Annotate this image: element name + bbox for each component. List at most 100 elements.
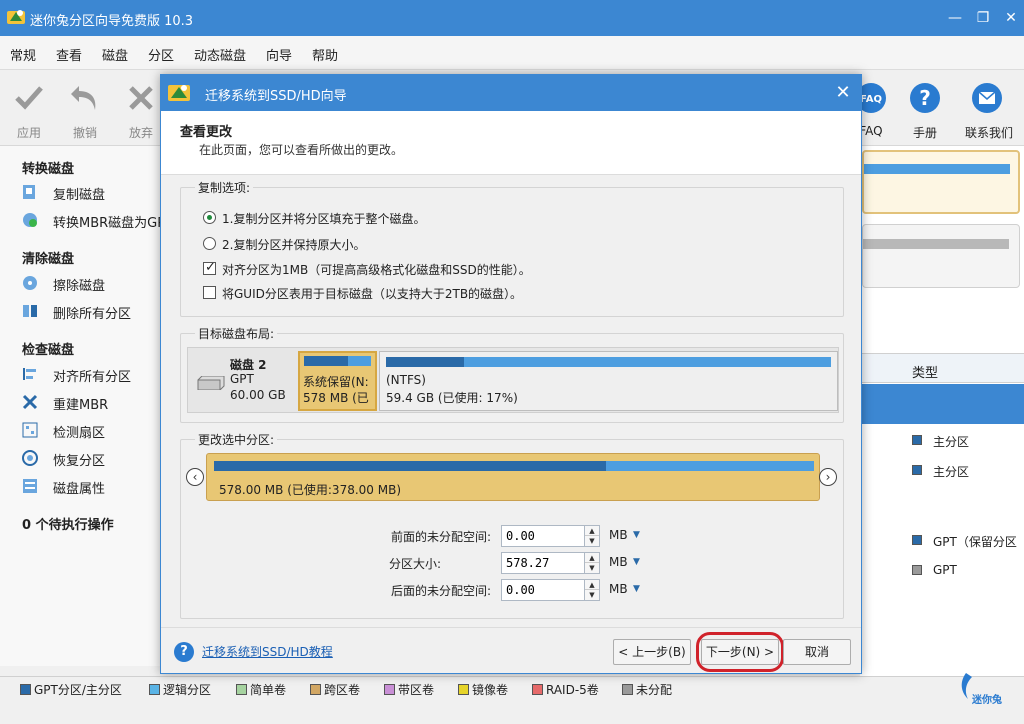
- undo-label: 撤销: [72, 126, 97, 140]
- sidebar-item-label: 恢复分区: [53, 454, 106, 469]
- minimize-button[interactable]: —: [944, 8, 966, 28]
- discard-button[interactable]: 放弃: [116, 80, 166, 142]
- sidebar-item-label: 转换MBR磁盘为GPT: [53, 216, 174, 231]
- partition-type: GPT（保留分区: [933, 535, 1017, 549]
- unit-label: MB: [609, 555, 628, 569]
- partition-size-spinner[interactable]: ▲ ▼: [584, 552, 600, 574]
- unit-label: MB: [609, 528, 628, 542]
- unallocated-before-spinner[interactable]: ▲ ▼: [584, 525, 600, 547]
- selected-partition-block[interactable]: 578.00 MB (已使用:378.00 MB): [206, 453, 820, 501]
- legend-swatch: [236, 684, 247, 695]
- unit-label: MB: [609, 582, 628, 596]
- menu-help[interactable]: 帮助: [312, 45, 338, 64]
- menu-partition[interactable]: 分区: [148, 45, 174, 64]
- partition-size-input[interactable]: [501, 552, 585, 574]
- partition-type: GPT: [933, 563, 957, 577]
- unit-dropdown-icon[interactable]: ▼: [633, 530, 640, 540]
- partition-label: (NTFS): [386, 373, 426, 387]
- legend-swatch: [384, 684, 395, 695]
- step-description: 在此页面，您可以查看所做出的更改。: [199, 143, 404, 157]
- option-label: 1.复制分区并将分区填充于整个磁盘。: [222, 212, 426, 226]
- check-disk-section: 检查磁盘: [22, 343, 75, 358]
- partition-size: 59.4 GB (已使用: 17%): [386, 391, 518, 405]
- step-title: 查看更改: [180, 125, 233, 140]
- menu-view[interactable]: 查看: [56, 45, 82, 64]
- option-label: 2.复制分区并保持原大小。: [222, 238, 366, 252]
- svg-text:FAQ: FAQ: [860, 94, 882, 105]
- discard-x-icon: [129, 86, 153, 110]
- legend-label: 带区卷: [398, 683, 435, 697]
- menu-general[interactable]: 常规: [10, 45, 36, 64]
- wizard-logo-icon: [168, 85, 190, 101]
- maximize-button[interactable]: ❐: [972, 8, 994, 28]
- legend-bar: GPT分区/主分区 逻辑分区 简单卷 跨区卷 带区卷 镜像卷 RAID-5卷 未…: [0, 676, 1024, 724]
- close-button[interactable]: ✕: [1000, 8, 1022, 28]
- target-disk-map: 磁盘 2 GPT 60.00 GB 系统保留(N: 578 MB (已 (NTF…: [187, 347, 839, 413]
- sidebar-item-label: 删除所有分区: [53, 307, 132, 322]
- sidebar-item-label: 重建MBR: [53, 398, 109, 413]
- undo-button[interactable]: 撤销: [60, 80, 110, 142]
- dialog-body: 复制选项: 1.复制分区并将分区填充于整个磁盘。 2.复制分区并保持原大小。 对…: [161, 175, 861, 627]
- discard-label: 放弃: [128, 126, 153, 140]
- scroll-left-button[interactable]: ‹: [186, 468, 204, 486]
- tools-icon: [22, 394, 38, 410]
- clean-disk-section: 清除磁盘: [22, 252, 75, 267]
- change-partition-group: 更改选中分区: ‹ 578.00 MB (已使用:378.00 MB) › 前面…: [180, 431, 844, 619]
- target-layout-title: 目标磁盘布局:: [195, 325, 278, 342]
- dialog-header: 查看更改 在此页面，您可以查看所做出的更改。: [161, 111, 861, 175]
- unallocated-after-label: 后面的未分配空间:: [390, 584, 491, 598]
- unallocated-before-label: 前面的未分配空间:: [390, 530, 491, 544]
- unallocated-before-input[interactable]: [501, 525, 585, 547]
- change-partition-title: 更改选中分区:: [195, 431, 278, 448]
- sidebar-item-label: 磁盘属性: [53, 482, 106, 497]
- partition-type: 主分区: [933, 465, 970, 479]
- selected-partition-row[interactable]: [860, 384, 1024, 424]
- disk-1-bar: [864, 164, 1010, 174]
- partition-ntfs[interactable]: (NTFS) 59.4 GB (已使用: 17%): [379, 351, 838, 411]
- partition-usage-bar: [386, 357, 831, 367]
- unallocated-after-spinner[interactable]: ▲ ▼: [584, 579, 600, 601]
- convert-icon: [23, 213, 37, 227]
- type-column-header: 类型: [912, 366, 939, 381]
- partition-list-header: 类型: [860, 353, 1024, 383]
- back-button[interactable]: < 上一步(B): [613, 639, 691, 665]
- apply-button[interactable]: 应用: [4, 80, 54, 142]
- type-swatch: [912, 535, 922, 545]
- unit-dropdown-icon[interactable]: ▼: [633, 584, 640, 594]
- disk-card-1[interactable]: [862, 150, 1020, 214]
- disk-card-2[interactable]: [862, 224, 1020, 288]
- disk-name: 磁盘 2: [230, 358, 267, 372]
- app-logo-icon: [7, 10, 25, 24]
- app-titlebar: 迷你兔分区向导免费版 10.3 — ❐ ✕: [0, 0, 1024, 36]
- unit-dropdown-icon[interactable]: ▼: [633, 557, 640, 567]
- cancel-button[interactable]: 取消: [783, 639, 851, 665]
- dialog-titlebar: 迁移系统到SSD/HD向导 ✕: [161, 75, 861, 111]
- next-button[interactable]: 下一步(N) >: [701, 639, 779, 665]
- contact-button[interactable]: 联系我们: [962, 80, 1016, 142]
- unallocated-after-input[interactable]: [501, 579, 585, 601]
- check-icon: [15, 86, 43, 110]
- menu-wizard[interactable]: 向导: [266, 45, 292, 64]
- radio-fill-disk[interactable]: [203, 211, 216, 224]
- partition-usage-bar: [304, 356, 371, 366]
- sidebar-item-label: 复制磁盘: [53, 188, 106, 203]
- scroll-right-button[interactable]: ›: [819, 468, 837, 486]
- manual-button[interactable]: ? 手册: [900, 80, 950, 142]
- help-icon[interactable]: ?: [174, 642, 194, 662]
- checkbox-align-1mb[interactable]: [203, 260, 216, 275]
- option-label: 对齐分区为1MB（可提高高级格式化磁盘和SSD的性能）。: [222, 263, 531, 277]
- svg-text:?: ?: [919, 86, 931, 110]
- app-title: 迷你兔分区向导免费版 10.3: [30, 14, 194, 29]
- menu-disk[interactable]: 磁盘: [102, 45, 128, 64]
- surface-test-icon: [22, 422, 38, 438]
- radio-keep-size[interactable]: [203, 237, 216, 250]
- partition-usage-bar: [214, 461, 814, 471]
- legend-label: RAID-5卷: [546, 683, 599, 697]
- dialog-close-button[interactable]: ✕: [831, 81, 855, 105]
- partition-system-reserved[interactable]: 系统保留(N: 578 MB (已: [298, 351, 377, 411]
- sidebar-item-label: 检测扇区: [53, 426, 106, 441]
- type-swatch: [912, 465, 922, 475]
- tutorial-link[interactable]: 迁移系统到SSD/HD教程: [202, 643, 333, 660]
- checkbox-use-guid[interactable]: [203, 286, 216, 299]
- menu-dynamic-disk[interactable]: 动态磁盘: [194, 45, 246, 64]
